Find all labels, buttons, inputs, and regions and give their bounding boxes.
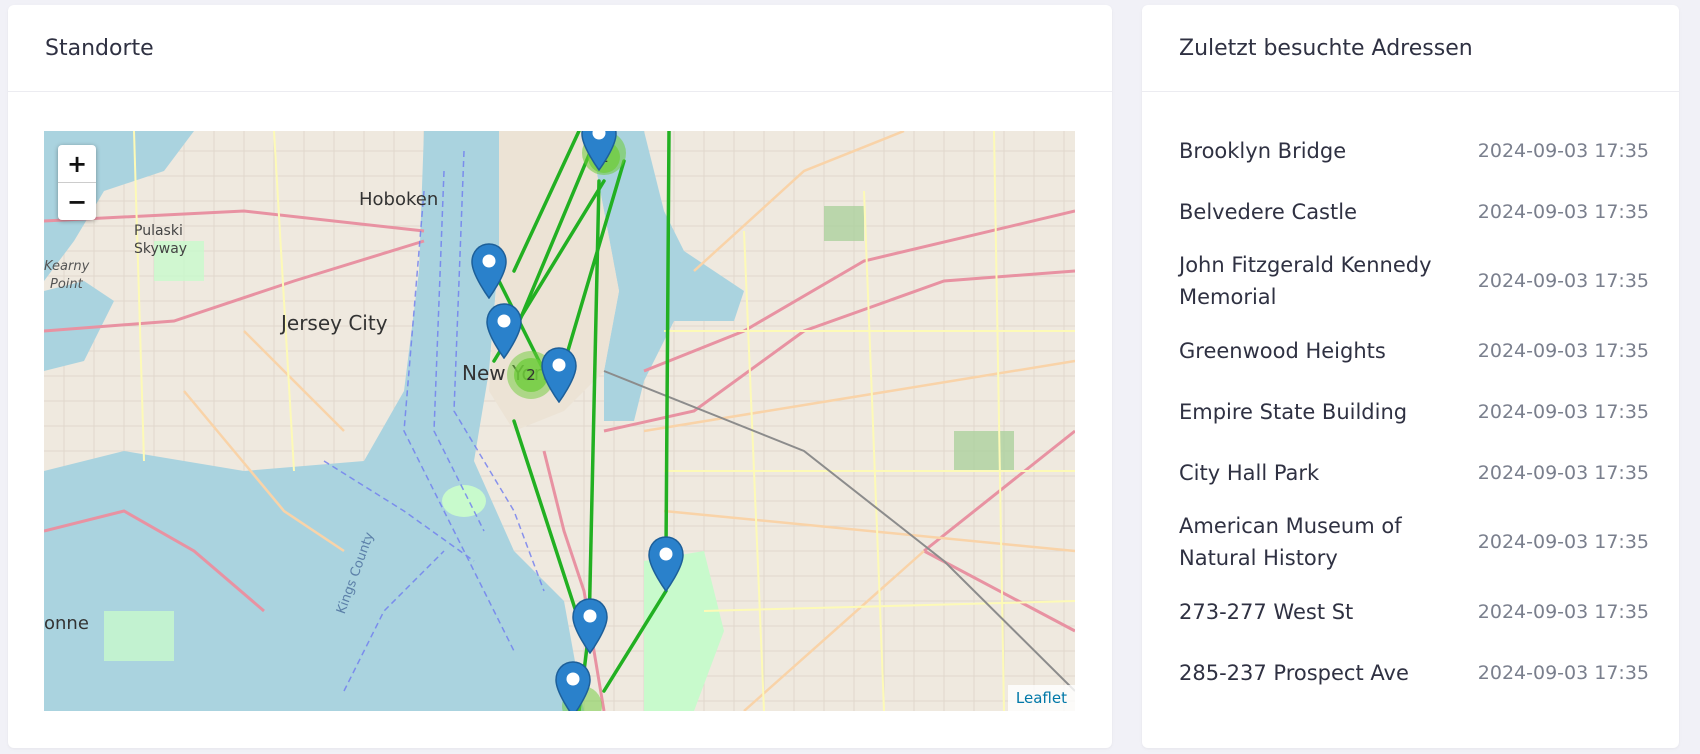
page: Standorte Hoboken Jersey City Pulaski Sk… (0, 0, 1700, 754)
address-name: Belvedere Castle (1179, 199, 1357, 224)
map-marker-icon[interactable] (486, 303, 522, 359)
list-item[interactable]: City Hall Park 2024-09-03 17:35 (1179, 442, 1649, 503)
recent-addresses-card-title: Zuletzt besuchte Adressen (1142, 5, 1679, 92)
address-name: 285-237 Prospect Ave (1179, 660, 1409, 685)
address-visit-time: 2024-09-03 17:35 (1477, 600, 1649, 623)
address-visit-time: 2024-09-03 17:35 (1477, 139, 1649, 162)
recent-addresses-list: Brooklyn Bridge 2024-09-03 17:35 Belvede… (1179, 120, 1649, 703)
address-visit-time: 2024-09-03 17:35 (1477, 339, 1649, 362)
list-item[interactable]: John Fitzgerald Kennedy Memorial 2024-09… (1179, 242, 1649, 320)
address-name: 273-277 West St (1179, 599, 1354, 624)
address-name: Empire State Building (1179, 399, 1408, 424)
list-item[interactable]: Empire State Building 2024-09-03 17:35 (1179, 381, 1649, 442)
address-name: American Museum of Natural History (1179, 514, 1402, 570)
address-visit-time: 2024-09-03 17:35 (1477, 270, 1649, 292)
address-visit-time: 2024-09-03 17:35 (1477, 531, 1649, 553)
map[interactable]: Hoboken Jersey City Pulaski Skyway Kearn… (44, 131, 1075, 711)
address-name: John Fitzgerald Kennedy Memorial (1179, 253, 1432, 309)
locations-card: Standorte Hoboken Jersey City Pulaski Sk… (8, 5, 1112, 748)
list-item[interactable]: Brooklyn Bridge 2024-09-03 17:35 (1179, 120, 1649, 181)
map-marker-icon[interactable] (581, 131, 617, 171)
map-marker-icon[interactable] (555, 661, 591, 711)
recent-addresses-card: Zuletzt besuchte Adressen Brooklyn Bridg… (1142, 5, 1679, 748)
map-marker-icon[interactable] (572, 598, 608, 654)
address-name: Greenwood Heights (1179, 338, 1386, 363)
list-item[interactable]: 273-277 West St 2024-09-03 17:35 (1179, 581, 1649, 642)
map-route-layer (492, 131, 671, 711)
address-name: City Hall Park (1179, 460, 1320, 485)
zoom-out-button[interactable]: − (58, 182, 96, 220)
address-visit-time: 2024-09-03 17:35 (1477, 200, 1649, 223)
address-name: Brooklyn Bridge (1179, 138, 1347, 163)
list-item[interactable]: Belvedere Castle 2024-09-03 17:35 (1179, 181, 1649, 242)
address-visit-time: 2024-09-03 17:35 (1477, 400, 1649, 423)
map-zoom-control: + − (58, 145, 96, 220)
map-marker-icon[interactable] (471, 243, 507, 299)
zoom-in-button[interactable]: + (58, 145, 96, 182)
list-item[interactable]: Greenwood Heights 2024-09-03 17:35 (1179, 320, 1649, 381)
map-marker-icon[interactable] (648, 536, 684, 592)
address-visit-time: 2024-09-03 17:35 (1477, 661, 1649, 684)
locations-card-title: Standorte (8, 5, 1112, 92)
address-visit-time: 2024-09-03 17:35 (1477, 461, 1649, 484)
list-item[interactable]: 285-237 Prospect Ave 2024-09-03 17:35 (1179, 642, 1649, 703)
map-attribution-link[interactable]: Leaflet (1007, 685, 1075, 711)
list-item[interactable]: American Museum of Natural History 2024-… (1179, 503, 1649, 581)
map-marker-icon[interactable] (541, 347, 577, 403)
